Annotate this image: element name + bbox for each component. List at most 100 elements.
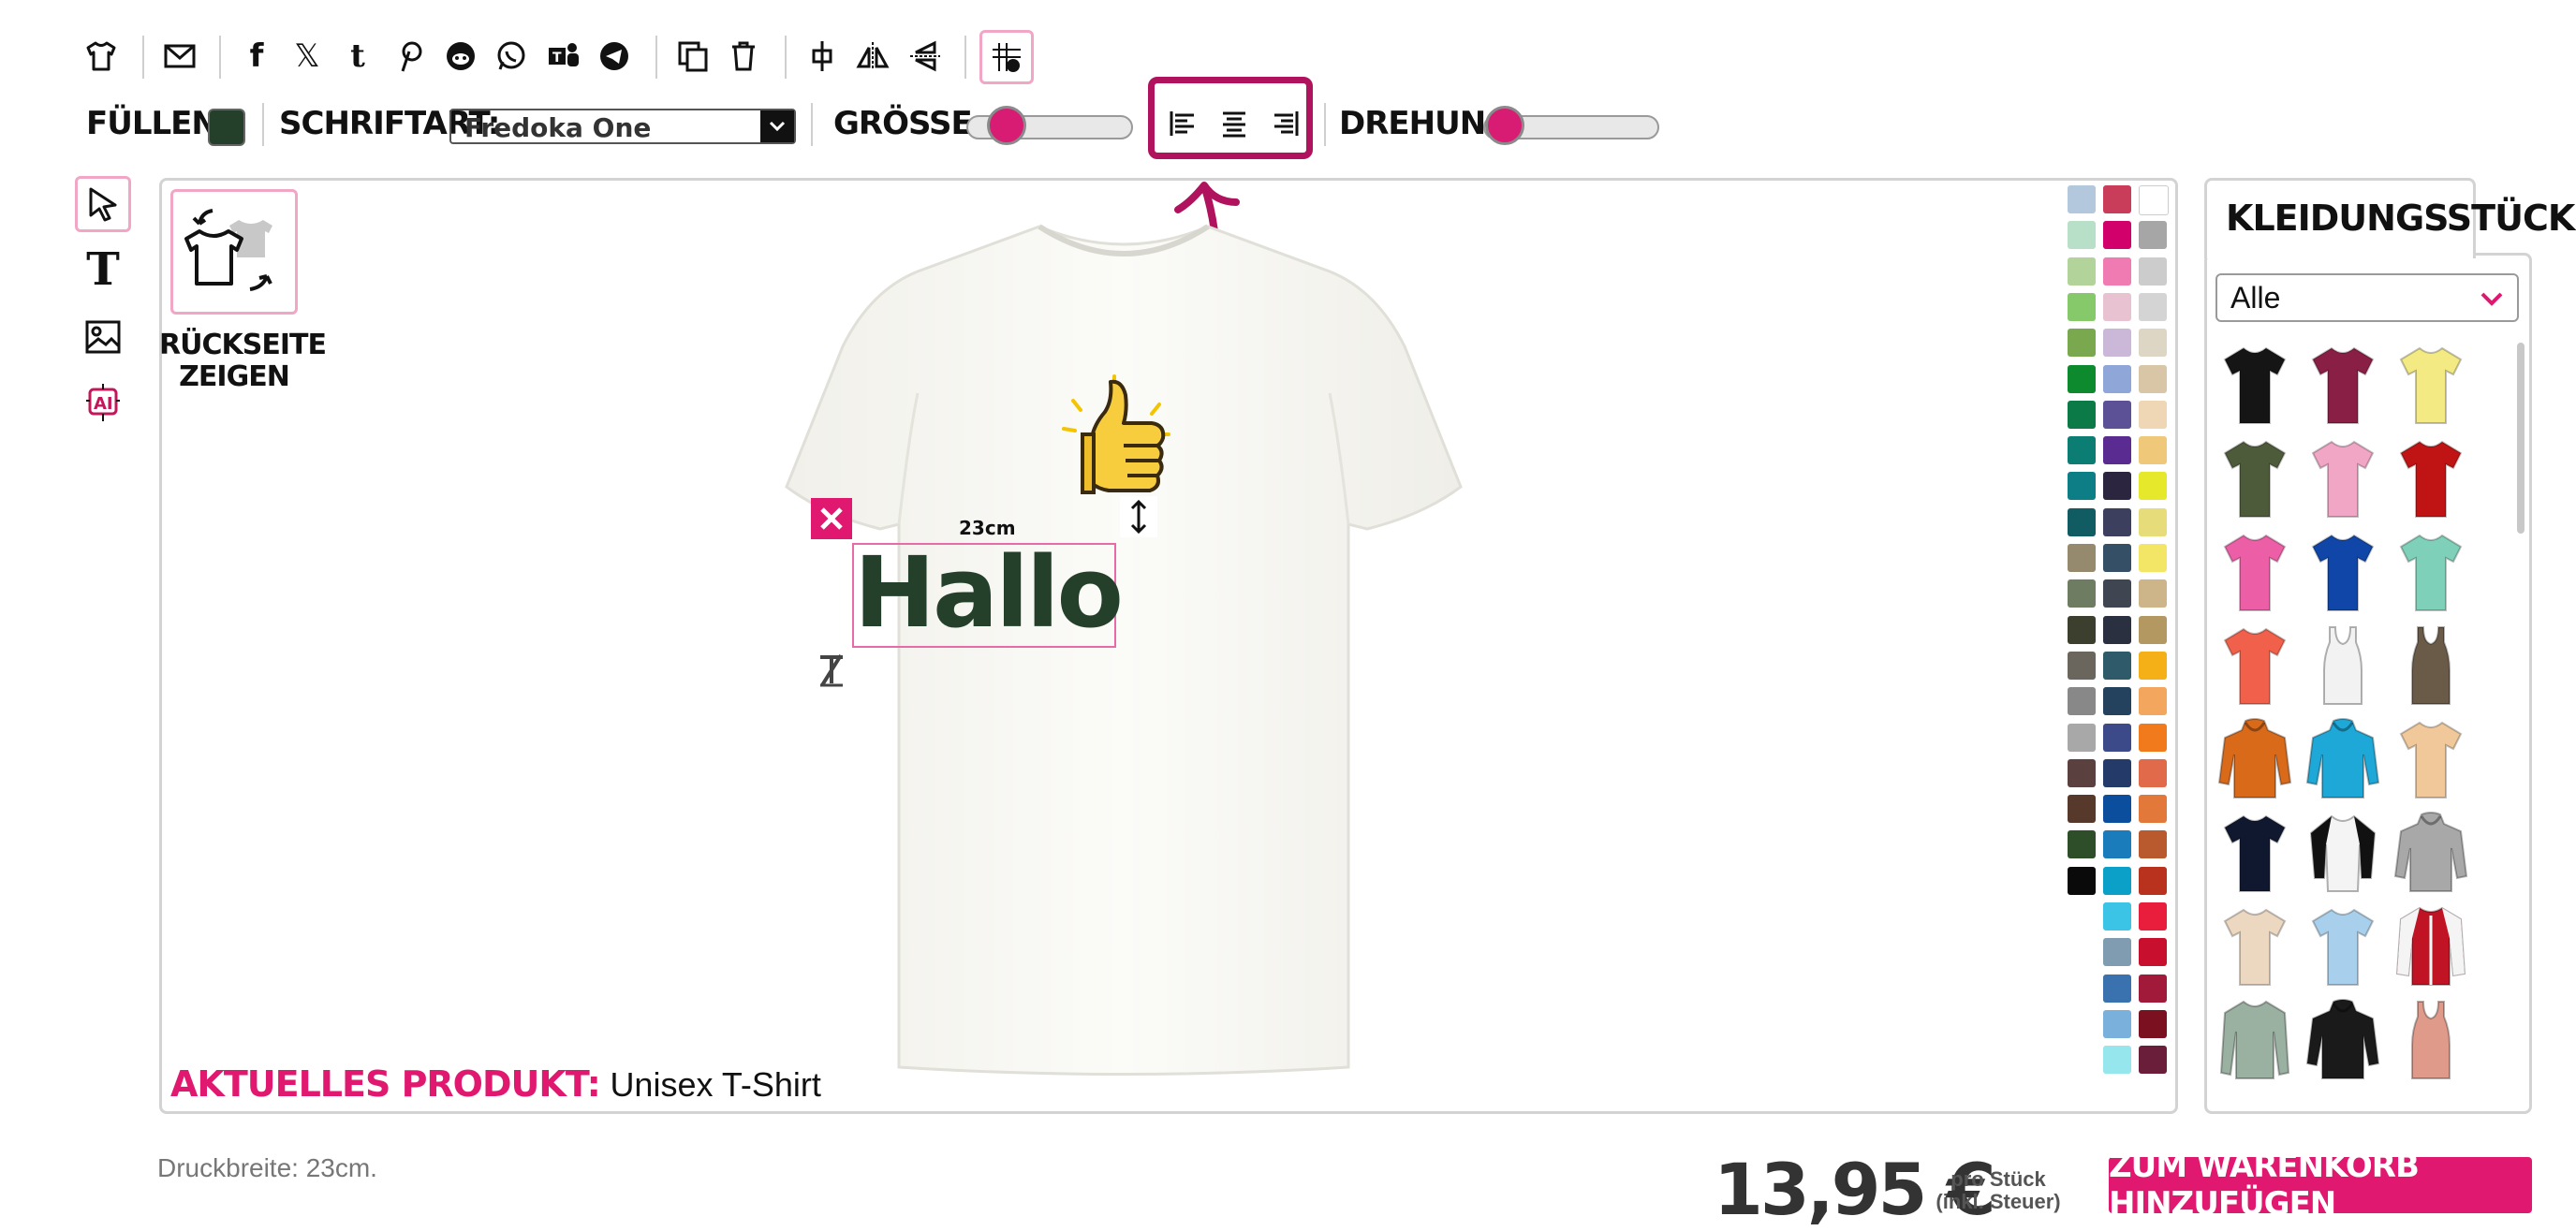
color-swatch[interactable]: [2068, 400, 2096, 429]
color-swatch[interactable]: [2139, 1009, 2167, 1038]
show-back-button[interactable]: [170, 189, 298, 315]
text-object-selection[interactable]: Hallo: [852, 535, 1124, 650]
color-swatch[interactable]: [2103, 938, 2131, 967]
garment-item-hoodie-orange[interactable]: [2217, 717, 2292, 801]
flip-vertical-icon[interactable]: [906, 37, 944, 75]
whatsapp-icon[interactable]: [493, 37, 530, 75]
garment-item-raglan-black-white[interactable]: [2305, 811, 2380, 895]
color-swatch[interactable]: [2139, 256, 2167, 286]
color-swatch[interactable]: [2139, 723, 2167, 752]
garment-item-tshirt-mint[interactable]: [2393, 530, 2468, 614]
reddit-icon[interactable]: [442, 37, 479, 75]
color-swatch[interactable]: [2103, 472, 2131, 501]
align-center-icon[interactable]: [1215, 105, 1253, 142]
garment-item-tshirt-red[interactable]: [2393, 436, 2468, 520]
color-swatch[interactable]: [2103, 292, 2131, 321]
color-swatch[interactable]: [2139, 615, 2167, 644]
color-swatch[interactable]: [2139, 1046, 2167, 1075]
color-swatch[interactable]: [2103, 544, 2131, 572]
color-swatch[interactable]: [2068, 329, 2096, 358]
color-swatch[interactable]: [2139, 329, 2167, 358]
color-swatch[interactable]: [2103, 436, 2131, 465]
thumbs-up-graphic[interactable]: [1054, 373, 1176, 504]
color-swatch[interactable]: [2068, 758, 2096, 787]
center-align-object-icon[interactable]: [803, 37, 841, 75]
color-swatch[interactable]: [2139, 687, 2167, 716]
color-swatch[interactable]: [2139, 795, 2167, 824]
color-swatch[interactable]: [2068, 292, 2096, 321]
image-tool-icon[interactable]: [75, 309, 131, 365]
color-swatch[interactable]: [2139, 221, 2167, 250]
color-swatch[interactable]: [2068, 436, 2096, 465]
resize-height-handle[interactable]: [1120, 496, 1157, 537]
color-swatch[interactable]: [2139, 400, 2167, 429]
color-swatch[interactable]: [2103, 400, 2131, 429]
duplicate-icon[interactable]: [674, 37, 712, 75]
color-swatch[interactable]: [2068, 256, 2096, 286]
teams-icon[interactable]: T: [545, 37, 582, 75]
color-swatch[interactable]: [2068, 651, 2096, 680]
garment-item-tshirt-black[interactable]: [2217, 343, 2292, 427]
garment-item-tshirt-lightblue[interactable]: [2305, 904, 2380, 989]
color-swatch[interactable]: [2139, 758, 2167, 787]
font-select[interactable]: Fredoka One: [449, 109, 796, 144]
color-swatch[interactable]: [2103, 866, 2131, 895]
garment-item-tshirt-yellow[interactable]: [2393, 343, 2468, 427]
ai-tool-icon[interactable]: AI: [75, 374, 131, 431]
color-swatch[interactable]: [2103, 974, 2131, 1003]
garment-item-tshirt-pink[interactable]: [2305, 436, 2380, 520]
color-swatch[interactable]: [2139, 364, 2167, 393]
color-swatch[interactable]: [2139, 651, 2167, 680]
color-swatch[interactable]: [2139, 185, 2169, 215]
garment-item-tshirt-tiedye[interactable]: [2393, 717, 2468, 801]
color-swatch[interactable]: [2103, 830, 2131, 859]
add-to-cart-button[interactable]: ZUM WARENKORB HINZUFÜGEN: [2109, 1148, 2532, 1223]
color-swatch[interactable]: [2068, 364, 2096, 393]
tshirt-icon[interactable]: [82, 37, 120, 75]
x-icon[interactable]: 𝕏: [288, 37, 326, 75]
color-swatch[interactable]: [2068, 795, 2096, 824]
color-swatch[interactable]: [2103, 364, 2131, 393]
garment-item-tshirt-navy[interactable]: [2217, 811, 2292, 895]
color-swatch[interactable]: [2139, 902, 2167, 931]
garment-item-tshirt-burgundy[interactable]: [2305, 343, 2380, 427]
telegram-icon[interactable]: [596, 37, 633, 75]
text-format-handle[interactable]: [815, 652, 848, 691]
garment-item-jacket-red[interactable]: [2393, 904, 2468, 989]
chevron-down-icon[interactable]: [760, 110, 794, 142]
color-swatch[interactable]: [2068, 866, 2096, 895]
color-swatch[interactable]: [2068, 615, 2096, 644]
color-swatch[interactable]: [2068, 579, 2096, 608]
color-swatch[interactable]: [2103, 1009, 2131, 1038]
color-swatch[interactable]: [2139, 507, 2167, 536]
rotation-slider[interactable]: [1483, 106, 1659, 145]
garment-item-hoodie-black-orange[interactable]: [2305, 998, 2380, 1082]
color-swatch[interactable]: [2103, 615, 2131, 644]
color-swatch[interactable]: [2103, 185, 2131, 213]
tumblr-icon[interactable]: t: [339, 37, 376, 75]
color-swatch[interactable]: [2103, 1046, 2131, 1075]
delete-object-button[interactable]: [811, 498, 852, 539]
color-swatch[interactable]: [2103, 507, 2131, 536]
color-swatch[interactable]: [2068, 507, 2096, 536]
pinterest-icon[interactable]: [391, 37, 429, 75]
color-swatch[interactable]: [2103, 902, 2131, 931]
flip-horizontal-icon[interactable]: [854, 37, 891, 75]
color-swatch[interactable]: [2139, 579, 2167, 608]
color-swatch[interactable]: [2068, 723, 2096, 752]
color-swatch[interactable]: [2139, 436, 2167, 465]
color-swatch[interactable]: [2139, 938, 2167, 967]
color-swatch[interactable]: [2103, 651, 2131, 680]
select-pointer-icon[interactable]: [75, 176, 131, 232]
rotation-slider-knob[interactable]: [1485, 106, 1524, 145]
color-swatch[interactable]: [2068, 687, 2096, 716]
tab-garments[interactable]: KLEIDUNGSSTÜCK: [2204, 178, 2575, 258]
color-swatch[interactable]: [2139, 830, 2167, 859]
color-swatch[interactable]: [2068, 185, 2096, 213]
text-tool-icon[interactable]: T: [75, 242, 131, 298]
garment-item-tshirt-royal[interactable]: [2305, 530, 2380, 614]
facebook-icon[interactable]: f: [238, 37, 275, 75]
color-swatch[interactable]: [2103, 758, 2131, 787]
color-swatch[interactable]: [2139, 544, 2167, 572]
align-right-icon[interactable]: [1266, 105, 1303, 142]
